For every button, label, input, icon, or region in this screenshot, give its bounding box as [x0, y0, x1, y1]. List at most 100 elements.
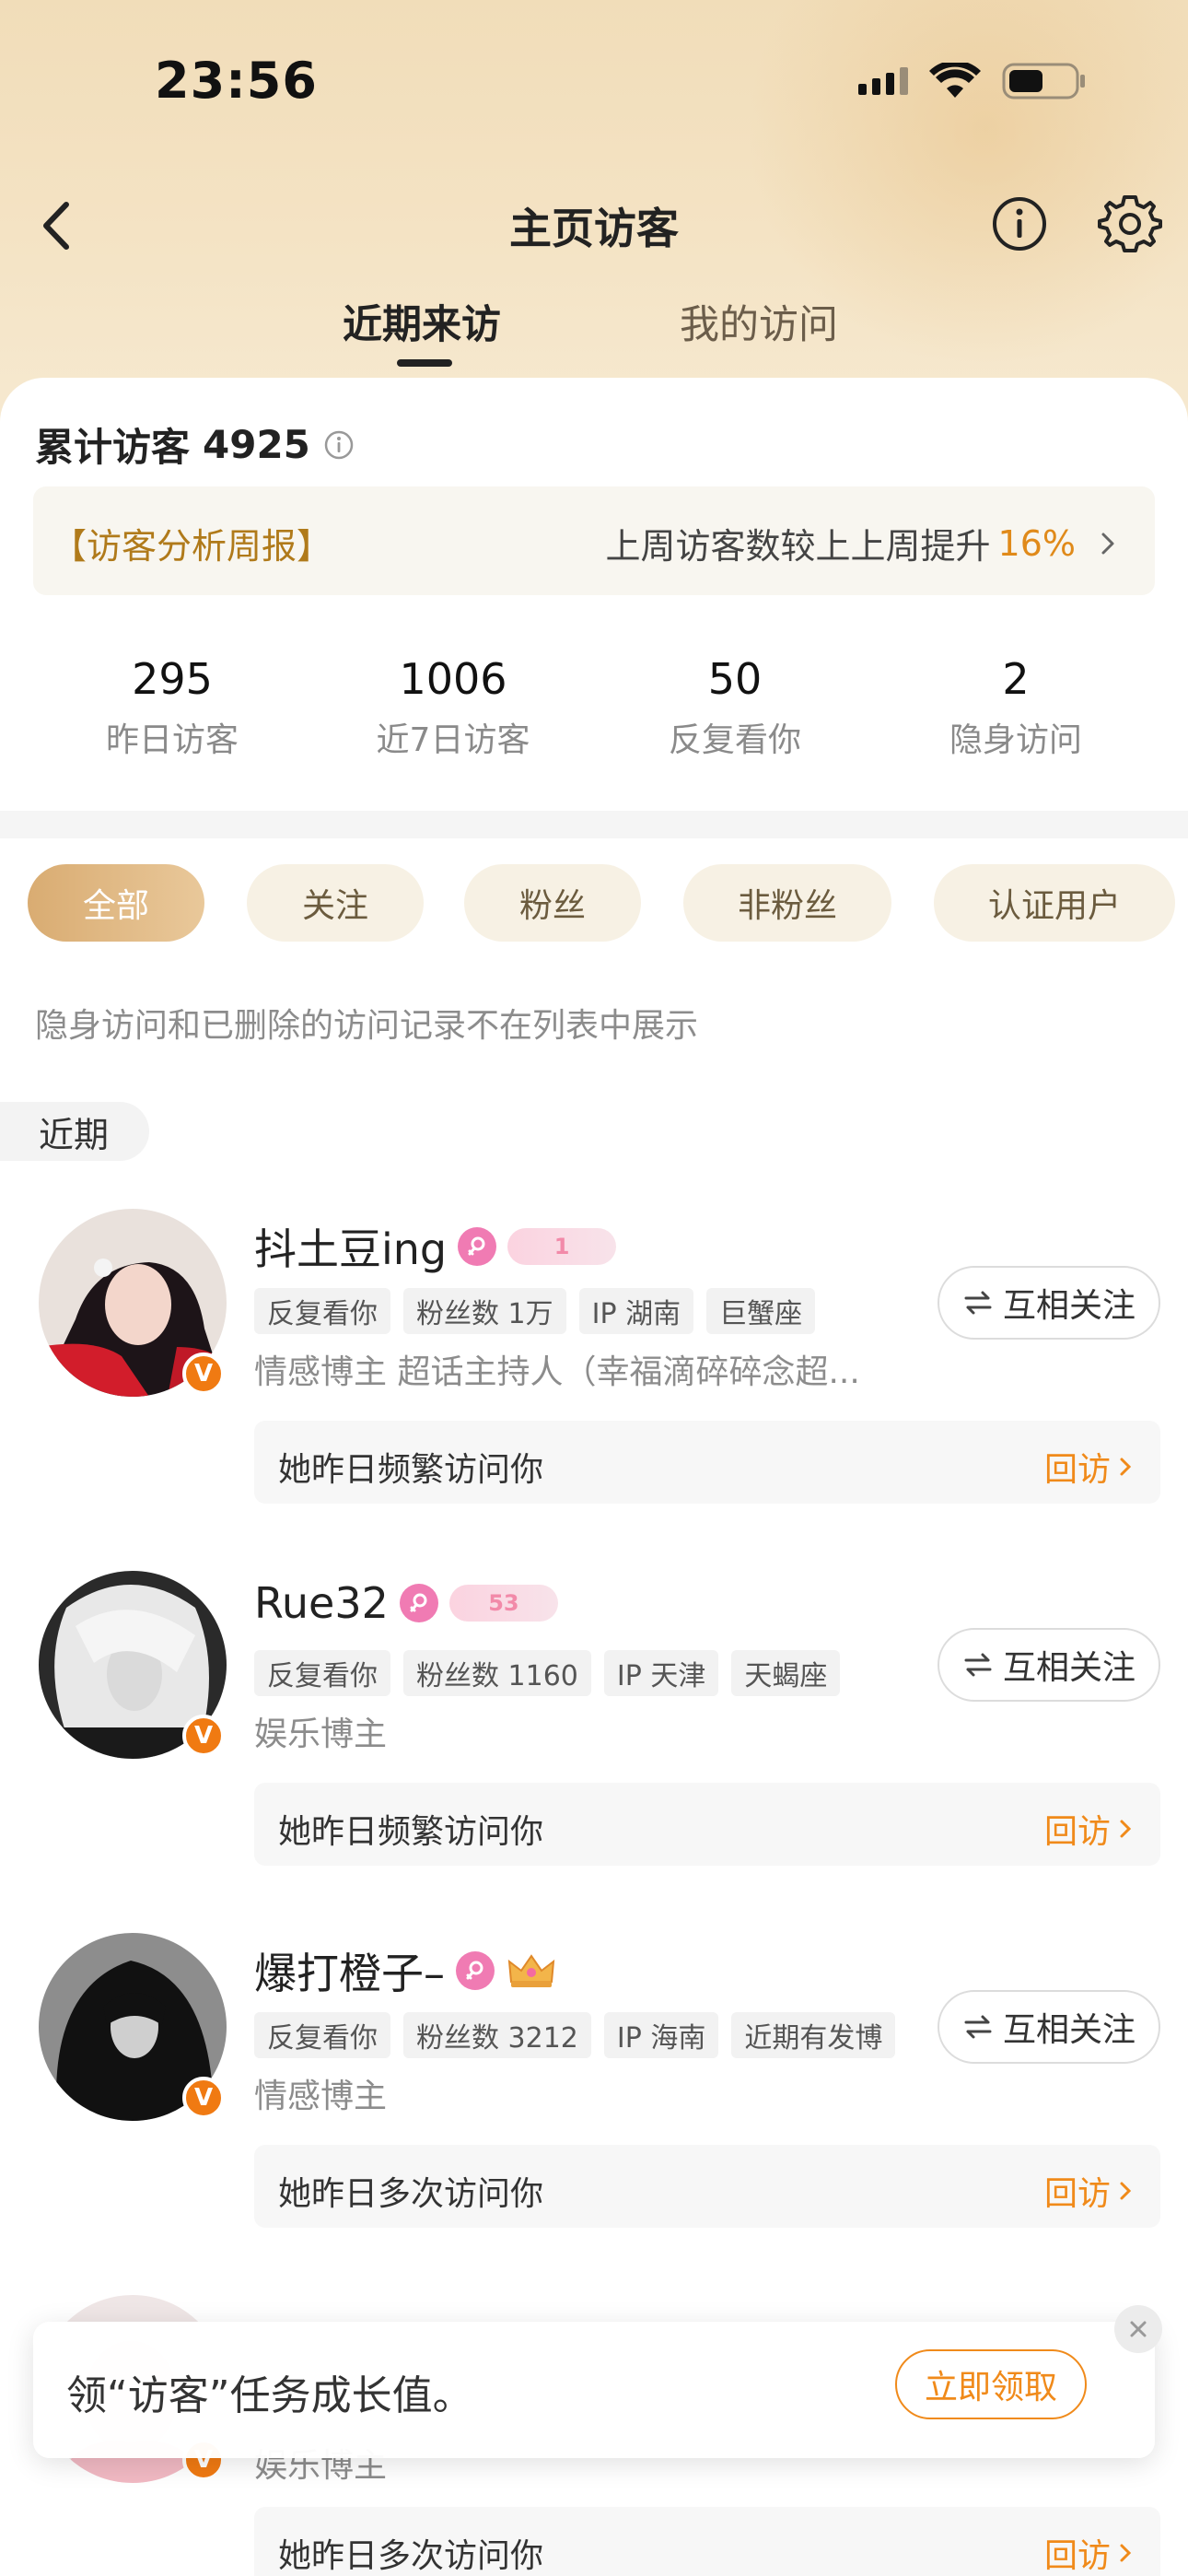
- filter-verified[interactable]: 认证用户: [934, 864, 1175, 942]
- visitor-stats: 295 昨日访客 1006 近7日访客 50 反复看你 2 隐身访问: [0, 654, 1188, 792]
- revisit-label: 回访: [1043, 2537, 1111, 2575]
- revisit-link[interactable]: 回访: [1044, 2167, 1133, 2215]
- revisit-link[interactable]: 回访: [1044, 1443, 1133, 1491]
- tab-recent-visits[interactable]: 近期来访: [343, 293, 501, 350]
- tab-my-visits[interactable]: 我的访问: [680, 293, 838, 350]
- visitor-tags: 反复看你 粉丝数 1160 IP 天津 天蝎座: [254, 1650, 841, 1696]
- stat-value: 50: [707, 654, 763, 704]
- info-icon[interactable]: [991, 195, 1048, 252]
- visitor-name[interactable]: Rue32: [254, 1578, 389, 1628]
- list-note: 隐身访问和已删除的访问记录不在列表中展示: [35, 1007, 699, 1045]
- filter-non-fans[interactable]: 非粉丝: [683, 864, 891, 942]
- stat-label: 隐身访问: [949, 721, 1082, 759]
- verified-v-badge: V: [182, 1715, 225, 1757]
- visitor-tags: 反复看你 粉丝数 1万 IP 湖南 巨蟹座: [254, 1288, 816, 1334]
- filter-all[interactable]: 全部: [28, 864, 204, 942]
- filter-chips: 全部 关注 粉丝 非粉丝 认证用户: [0, 864, 1188, 945]
- total-visitors-value: 4925: [203, 422, 310, 467]
- revisit-label: 回访: [1043, 1813, 1111, 1851]
- battery-icon: [1002, 63, 1085, 100]
- claim-now-button[interactable]: 立即领取: [895, 2349, 1087, 2419]
- stat-label: 反复看你: [668, 721, 801, 759]
- navigation-bar: 主页访客: [0, 175, 1188, 276]
- verified-v-badge: V: [182, 2077, 225, 2119]
- tag: 近期有发博: [731, 2012, 896, 2058]
- wifi-icon: [929, 63, 981, 98]
- tag: 巨蟹座: [706, 1288, 816, 1334]
- visitor-name-line: 爆打橙子–: [254, 1940, 557, 2001]
- status-time: 23:56: [155, 52, 318, 110]
- filter-following[interactable]: 关注: [247, 864, 424, 942]
- visitor-description: 情感博主: [254, 2078, 388, 2115]
- filter-fans[interactable]: 粉丝: [464, 864, 641, 942]
- stat-invisible-visits[interactable]: 2 隐身访问: [875, 654, 1157, 761]
- mutual-follow-label: 互相关注: [1002, 1649, 1136, 1687]
- close-icon[interactable]: [1114, 2305, 1162, 2353]
- stat-value: 295: [132, 654, 213, 704]
- status-icons: [858, 61, 1087, 101]
- crown-badge-icon: [507, 1954, 555, 1987]
- tag: 粉丝数 1160: [403, 1650, 591, 1696]
- settings-gear-icon[interactable]: [1098, 192, 1162, 256]
- mutual-follow-label: 互相关注: [1002, 2011, 1136, 2049]
- revisit-link[interactable]: 回访: [1044, 2529, 1133, 2576]
- chevron-right-icon: [1120, 2182, 1132, 2200]
- mutual-arrows-icon: [964, 1653, 992, 1677]
- total-visitors: 累计访客 4925: [35, 416, 355, 473]
- visitor-name[interactable]: 抖土豆ing: [254, 1216, 447, 1277]
- mutual-follow-button[interactable]: 互相关注: [938, 1628, 1160, 1702]
- task-banner-text: 领“访客”任务成长值。: [66, 2372, 473, 2419]
- page: 23:56 主页访客 近期来访 我的访问 累计访客 4925 【访客分析周报】 …: [0, 0, 1188, 2576]
- stat-last-7-days[interactable]: 1006 近7日访客: [312, 654, 594, 761]
- weekly-report-title: 【访客分析周报】: [52, 526, 332, 567]
- female-gender-icon: [399, 1584, 438, 1622]
- female-gender-icon: [456, 1951, 495, 1990]
- visitor-row[interactable]: V 抖土豆ing 1 反复看你 粉丝数 1万 IP 湖南 巨蟹座 情感博主 超话…: [0, 1209, 1188, 1568]
- visitor-name-line: 抖土豆ing 1: [254, 1216, 617, 1277]
- visitor-row[interactable]: V Rue32 53 反复看你 粉丝数 1160 IP 天津 天蝎座 娱乐博主 …: [0, 1571, 1188, 1930]
- level-badge-icon: 53: [448, 1585, 558, 1622]
- status-bar: 23:56: [0, 0, 1188, 157]
- weekly-report-percent: 16%: [997, 522, 1076, 564]
- visit-frequency-text: 她昨日频繁访问你: [278, 1451, 544, 1489]
- info-circle-icon[interactable]: [323, 429, 355, 461]
- cellular-signal-icon: [858, 67, 908, 95]
- visitor-row[interactable]: V 爆打橙子– 反复看你 粉丝数 3212 IP 海南 近期有发博 情感博主 互…: [0, 1933, 1188, 2292]
- tab-bar: 近期来访 我的访问: [0, 286, 1188, 378]
- mutual-arrows-icon: [964, 1291, 992, 1315]
- visitor-tags: 反复看你 粉丝数 3212 IP 海南 近期有发博: [254, 2012, 896, 2058]
- weekly-report-summary: 上周访客数较上上周提升 16%: [606, 518, 1122, 568]
- tag: 反复看你: [254, 1288, 390, 1334]
- chevron-right-icon: [1101, 533, 1114, 554]
- visit-summary-bar: 她昨日多次访问你 回访: [254, 2507, 1160, 2576]
- stat-value: 2: [1002, 654, 1030, 704]
- active-tab-indicator: [397, 359, 452, 367]
- section-label-recent: 近期: [0, 1102, 149, 1161]
- stat-yesterday[interactable]: 295 昨日访客: [31, 654, 313, 761]
- revisit-link[interactable]: 回访: [1044, 1805, 1133, 1853]
- level-badge-icon: 1: [507, 1228, 617, 1265]
- tag: 粉丝数 1万: [403, 1288, 566, 1334]
- stat-label: 昨日访客: [105, 721, 239, 759]
- task-reward-banner: 领“访客”任务成长值。 立即领取: [33, 2305, 1162, 2458]
- mutual-follow-button[interactable]: 互相关注: [938, 1266, 1160, 1340]
- tag: 反复看你: [254, 1650, 390, 1696]
- tag: IP 湖南: [578, 1288, 694, 1334]
- stat-repeat-viewers[interactable]: 50 反复看你: [594, 654, 876, 761]
- revisit-label: 回访: [1043, 1451, 1111, 1489]
- visitor-name[interactable]: 爆打橙子–: [254, 1940, 445, 2001]
- weekly-report-text: 上周访客数较上上周提升: [605, 526, 991, 567]
- tag: 粉丝数 3212: [403, 2012, 591, 2058]
- female-gender-icon: [458, 1227, 497, 1266]
- tag: IP 天津: [603, 1650, 719, 1696]
- visit-frequency-text: 她昨日多次访问你: [278, 2537, 544, 2575]
- summary-card: 累计访客 4925 【访客分析周报】 上周访客数较上上周提升 16% 295 昨…: [0, 378, 1188, 811]
- stat-label: 近7日访客: [376, 721, 530, 759]
- mutual-arrows-icon: [964, 2015, 992, 2039]
- revisit-label: 回访: [1043, 2175, 1111, 2213]
- tag: 反复看你: [254, 2012, 390, 2058]
- weekly-report-banner[interactable]: 【访客分析周报】 上周访客数较上上周提升 16%: [33, 486, 1155, 595]
- visitor-description: 情感博主 超话主持人（幸福滴碎碎念超...: [254, 1353, 860, 1391]
- mutual-follow-button[interactable]: 互相关注: [938, 1990, 1160, 2064]
- chevron-right-icon: [1120, 1820, 1132, 1838]
